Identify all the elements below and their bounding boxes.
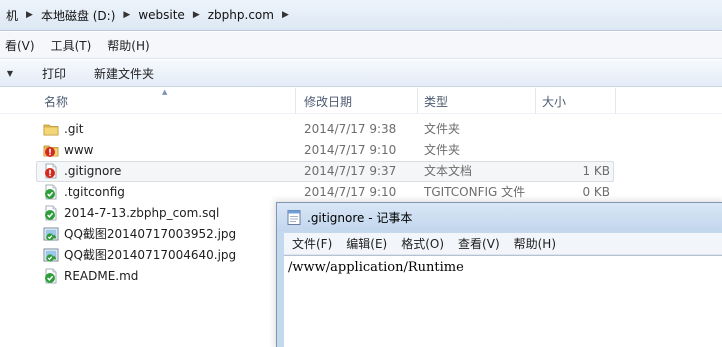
git-ok-file-icon — [45, 184, 59, 200]
notepad-icon — [287, 210, 301, 225]
new-folder-button[interactable]: 新建文件夹 — [86, 65, 162, 82]
file-date: 2014/7/17 9:10 — [304, 185, 397, 199]
file-date: 2014/7/17 9:38 — [304, 122, 397, 136]
column-header-type[interactable]: 类型 — [418, 88, 536, 114]
breadcrumb-item-drive[interactable]: 本地磁盘 (D:) — [35, 7, 121, 24]
column-header-size[interactable]: 大小 — [536, 88, 616, 114]
notepad-menu-view[interactable]: 查看(V) — [454, 235, 504, 252]
breadcrumb-item-website[interactable]: website — [132, 8, 191, 22]
menu-bar: 看(V) 工具(T) 帮助(H) — [0, 32, 722, 59]
notepad-menu-help[interactable]: 帮助(H) — [510, 235, 560, 252]
image-file-icon — [43, 248, 59, 262]
print-button[interactable]: 打印 — [34, 65, 74, 82]
notepad-content: /www/application/Runtime — [288, 260, 464, 275]
chevron-down-icon[interactable]: ▼ — [2, 69, 18, 78]
notepad-text-area[interactable]: /www/application/Runtime — [284, 255, 722, 347]
column-header-name[interactable]: 名称 — [38, 88, 296, 114]
breadcrumb-item-computer[interactable]: 机 — [0, 7, 24, 24]
file-row[interactable]: .tgitconfig 2014/7/17 9:10 TGITCONFIG 文件… — [0, 182, 614, 203]
notepad-menu-bar: 文件(F) 编辑(E) 格式(O) 查看(V) 帮助(H) — [284, 233, 722, 255]
file-name: www — [64, 143, 94, 157]
file-type: 文本文档 — [424, 164, 473, 178]
menu-tools[interactable]: 工具(T) — [46, 37, 97, 54]
menu-view[interactable]: 看(V) — [0, 37, 40, 54]
menu-help[interactable]: 帮助(H) — [102, 37, 154, 54]
git-ok-file-icon — [45, 205, 59, 221]
chevron-right-icon[interactable]: ▶ — [191, 10, 202, 20]
file-name: QQ截图20140717003952.jpg — [64, 227, 237, 241]
chevron-right-icon[interactable]: ▶ — [121, 10, 132, 20]
file-name: .gitignore — [64, 164, 122, 178]
chevron-right-icon[interactable]: ▶ — [24, 10, 35, 20]
image-file-icon — [43, 227, 59, 241]
file-name: README.md — [64, 269, 139, 283]
file-name: 2014-7-13.zbphp_com.sql — [64, 206, 220, 220]
chevron-right-icon[interactable]: ▶ — [280, 10, 291, 20]
column-header-date[interactable]: 修改日期 — [298, 88, 418, 114]
file-name: .tgitconfig — [64, 185, 125, 199]
file-type: 文件夹 — [424, 122, 461, 136]
notepad-titlebar[interactable]: .gitignore - 记事本 — [277, 203, 722, 231]
git-modified-folder-icon — [43, 142, 59, 157]
file-size: 1 KB — [582, 164, 610, 178]
notepad-menu-edit[interactable]: 编辑(E) — [342, 235, 391, 252]
file-size: 0 KB — [582, 185, 610, 199]
file-name: .git — [64, 122, 84, 136]
file-row[interactable]: .git 2014/7/17 9:38 文件夹 — [0, 119, 614, 140]
column-headers: ▲ 名称 修改日期 类型 大小 — [0, 88, 722, 114]
breadcrumb-item-zbphp[interactable]: zbphp.com — [202, 8, 280, 22]
file-type: TGITCONFIG 文件 — [424, 185, 526, 199]
notepad-window[interactable]: .gitignore - 记事本 文件(F) 编辑(E) 格式(O) 查看(V)… — [276, 202, 722, 347]
file-date: 2014/7/17 9:10 — [304, 143, 397, 157]
command-toolbar: ▼ 打印 新建文件夹 — [0, 60, 722, 87]
notepad-menu-file[interactable]: 文件(F) — [288, 235, 336, 252]
file-type: 文件夹 — [424, 143, 461, 157]
folder-icon — [43, 121, 59, 137]
address-bar[interactable]: 机 ▶ 本地磁盘 (D:) ▶ website ▶ zbphp.com ▶ — [0, 0, 722, 31]
git-modified-file-icon — [45, 163, 59, 179]
file-date: 2014/7/17 9:37 — [304, 164, 397, 178]
file-name: QQ截图20140717004640.jpg — [64, 248, 237, 262]
notepad-menu-format[interactable]: 格式(O) — [397, 235, 448, 252]
breadcrumb: 机 ▶ 本地磁盘 (D:) ▶ website ▶ zbphp.com ▶ — [0, 4, 722, 26]
notepad-title: .gitignore - 记事本 — [307, 210, 413, 225]
git-ok-file-icon — [45, 268, 59, 284]
file-row-selected[interactable]: .gitignore 2014/7/17 9:37 文本文档 1 KB — [36, 161, 614, 182]
file-row[interactable]: www 2014/7/17 9:10 文件夹 — [0, 140, 614, 161]
